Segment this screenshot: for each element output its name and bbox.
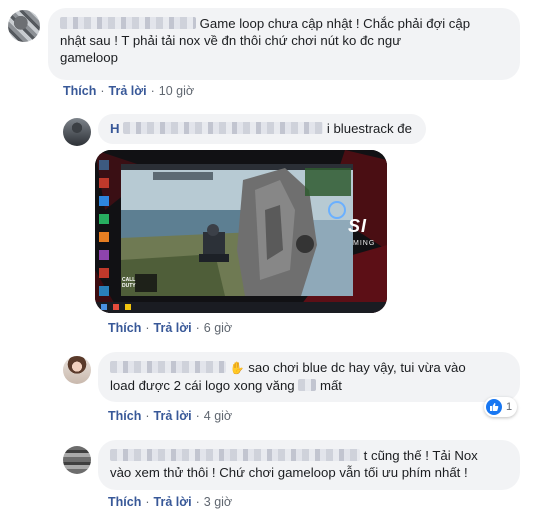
comment-text-line: mất — [319, 378, 342, 393]
comment-text-line: load được 2 cái logo xong văng — [110, 378, 295, 393]
timestamp[interactable]: 4 giờ — [204, 409, 232, 423]
thumbs-up-icon — [486, 399, 502, 415]
comment-actions: Thích · Trả lời · 10 giờ — [63, 84, 195, 98]
like-link[interactable]: Thích — [108, 495, 141, 509]
avatar[interactable] — [63, 118, 91, 146]
comment-actions: Thích · Trả lời · 4 giờ — [108, 409, 233, 423]
game-badge: CALL DUTY — [122, 277, 136, 289]
reply-link[interactable]: Trả lời — [154, 321, 192, 335]
comment-bubble: H i bluestrack đe — [98, 114, 426, 144]
comment-bubble: t cũng thế ! Tải Nox vào xem thử thôi ! … — [98, 440, 520, 490]
blurred-author-name[interactable] — [110, 449, 360, 461]
comment-text-line: Game loop chưa cập nhật ! Chắc phải đợi … — [199, 16, 471, 31]
comment-actions: Thích · Trả lời · 3 giờ — [108, 495, 233, 509]
blurred-author-name[interactable] — [60, 17, 196, 29]
avatar[interactable] — [63, 356, 91, 384]
comment-text-line: sao chơi blue dc hay vậy, tui vừa vào — [248, 360, 466, 375]
brand-subtext: MING — [353, 240, 376, 247]
avatar[interactable] — [63, 446, 91, 474]
blurred-text — [298, 379, 317, 391]
like-link[interactable]: Thích — [108, 321, 141, 335]
attached-screenshot[interactable]: SI MING CALL DUTY — [95, 150, 387, 313]
comment-text-line: t cũng thế ! Tải Nox — [363, 448, 478, 463]
comment-text: i bluestrack đe — [326, 121, 412, 136]
comment-actions: Thích · Trả lời · 6 giờ — [108, 321, 233, 335]
comment-text-line: vào xem thử thôi ! Chứ chơi gameloop vẫn… — [110, 465, 468, 480]
author-name-initial[interactable]: H — [110, 121, 120, 136]
wave-hand-icon: ✋ — [229, 361, 245, 375]
comment-text-line: gameloop — [60, 50, 118, 65]
reaction-count: 1 — [506, 401, 513, 413]
timestamp[interactable]: 3 giờ — [204, 495, 232, 509]
brand-logo-fragment: SI — [348, 216, 368, 236]
like-link[interactable]: Thích — [108, 409, 141, 423]
blurred-author-name[interactable] — [123, 122, 324, 134]
blurred-author-name[interactable] — [110, 361, 226, 373]
comment-text-line: nhật sau ! T phải tải nox về đn thôi chứ… — [60, 33, 402, 48]
timestamp[interactable]: 10 giờ — [159, 84, 194, 98]
timestamp[interactable]: 6 giờ — [204, 321, 232, 335]
avatar[interactable] — [8, 10, 40, 42]
reply-link[interactable]: Trả lời — [109, 84, 147, 98]
reply-link[interactable]: Trả lời — [154, 495, 192, 509]
comment-bubble: Game loop chưa cập nhật ! Chắc phải đợi … — [48, 8, 520, 80]
like-link[interactable]: Thích — [63, 84, 96, 98]
comment-bubble: ✋ sao chơi blue dc hay vậy, tui vừa vào … — [98, 352, 520, 402]
reply-link[interactable]: Trả lời — [154, 409, 192, 423]
reaction-badge[interactable]: 1 — [484, 397, 518, 417]
